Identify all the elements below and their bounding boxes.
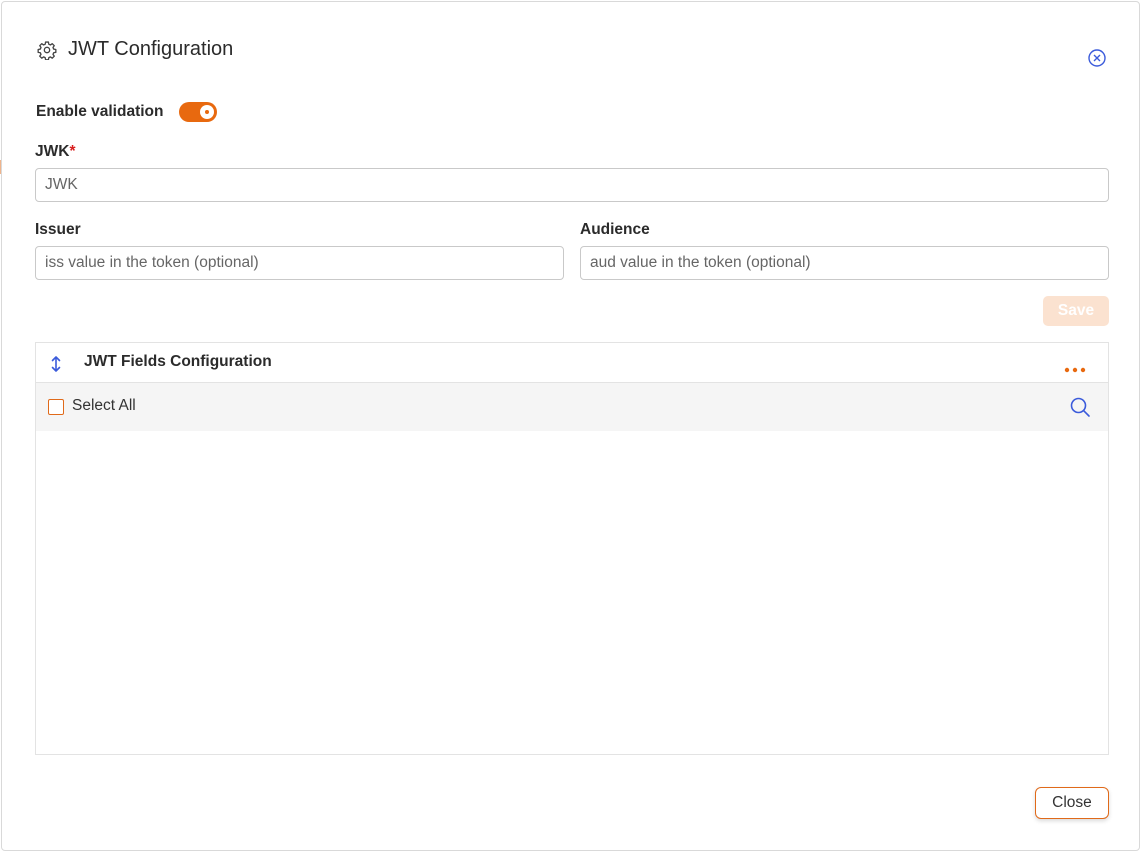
more-horizontal-icon[interactable] [1064,360,1086,373]
jwk-label: JWK* [35,143,76,161]
close-circle-icon[interactable] [1087,48,1109,70]
jwt-config-dialog: JWT Configuration Enable validation JWK*… [1,1,1140,851]
required-marker: * [69,143,76,160]
dialog-header: JWT Configuration [36,38,233,61]
audience-label: Audience [580,221,650,238]
panel-header: JWT Fields Configuration [36,343,1108,383]
save-button[interactable]: Save [1043,296,1109,326]
sort-vertical-icon[interactable] [49,355,63,373]
toggle-knob [200,105,215,119]
dialog-title: JWT Configuration [68,38,234,60]
jwk-label-text: JWK [35,143,70,160]
select-all-label[interactable]: Select All [72,397,136,415]
issuer-input[interactable] [35,246,564,280]
enable-validation-toggle[interactable] [179,102,218,122]
audience-input[interactable] [580,246,1109,280]
issuer-label: Issuer [35,221,81,238]
close-button[interactable]: Close [1035,787,1109,819]
jwt-fields-panel: JWT Fields Configuration Select All [35,342,1109,755]
jwk-input[interactable] [35,168,1109,202]
settings-gear-icon [36,39,58,61]
enable-validation-label: Enable validation [36,103,164,120]
search-icon[interactable] [1069,396,1091,418]
validation-row: Enable validation [36,102,218,122]
panel-title: JWT Fields Configuration [84,353,272,370]
select-all-row: Select All [36,383,1108,431]
select-all-checkbox[interactable] [48,399,64,415]
